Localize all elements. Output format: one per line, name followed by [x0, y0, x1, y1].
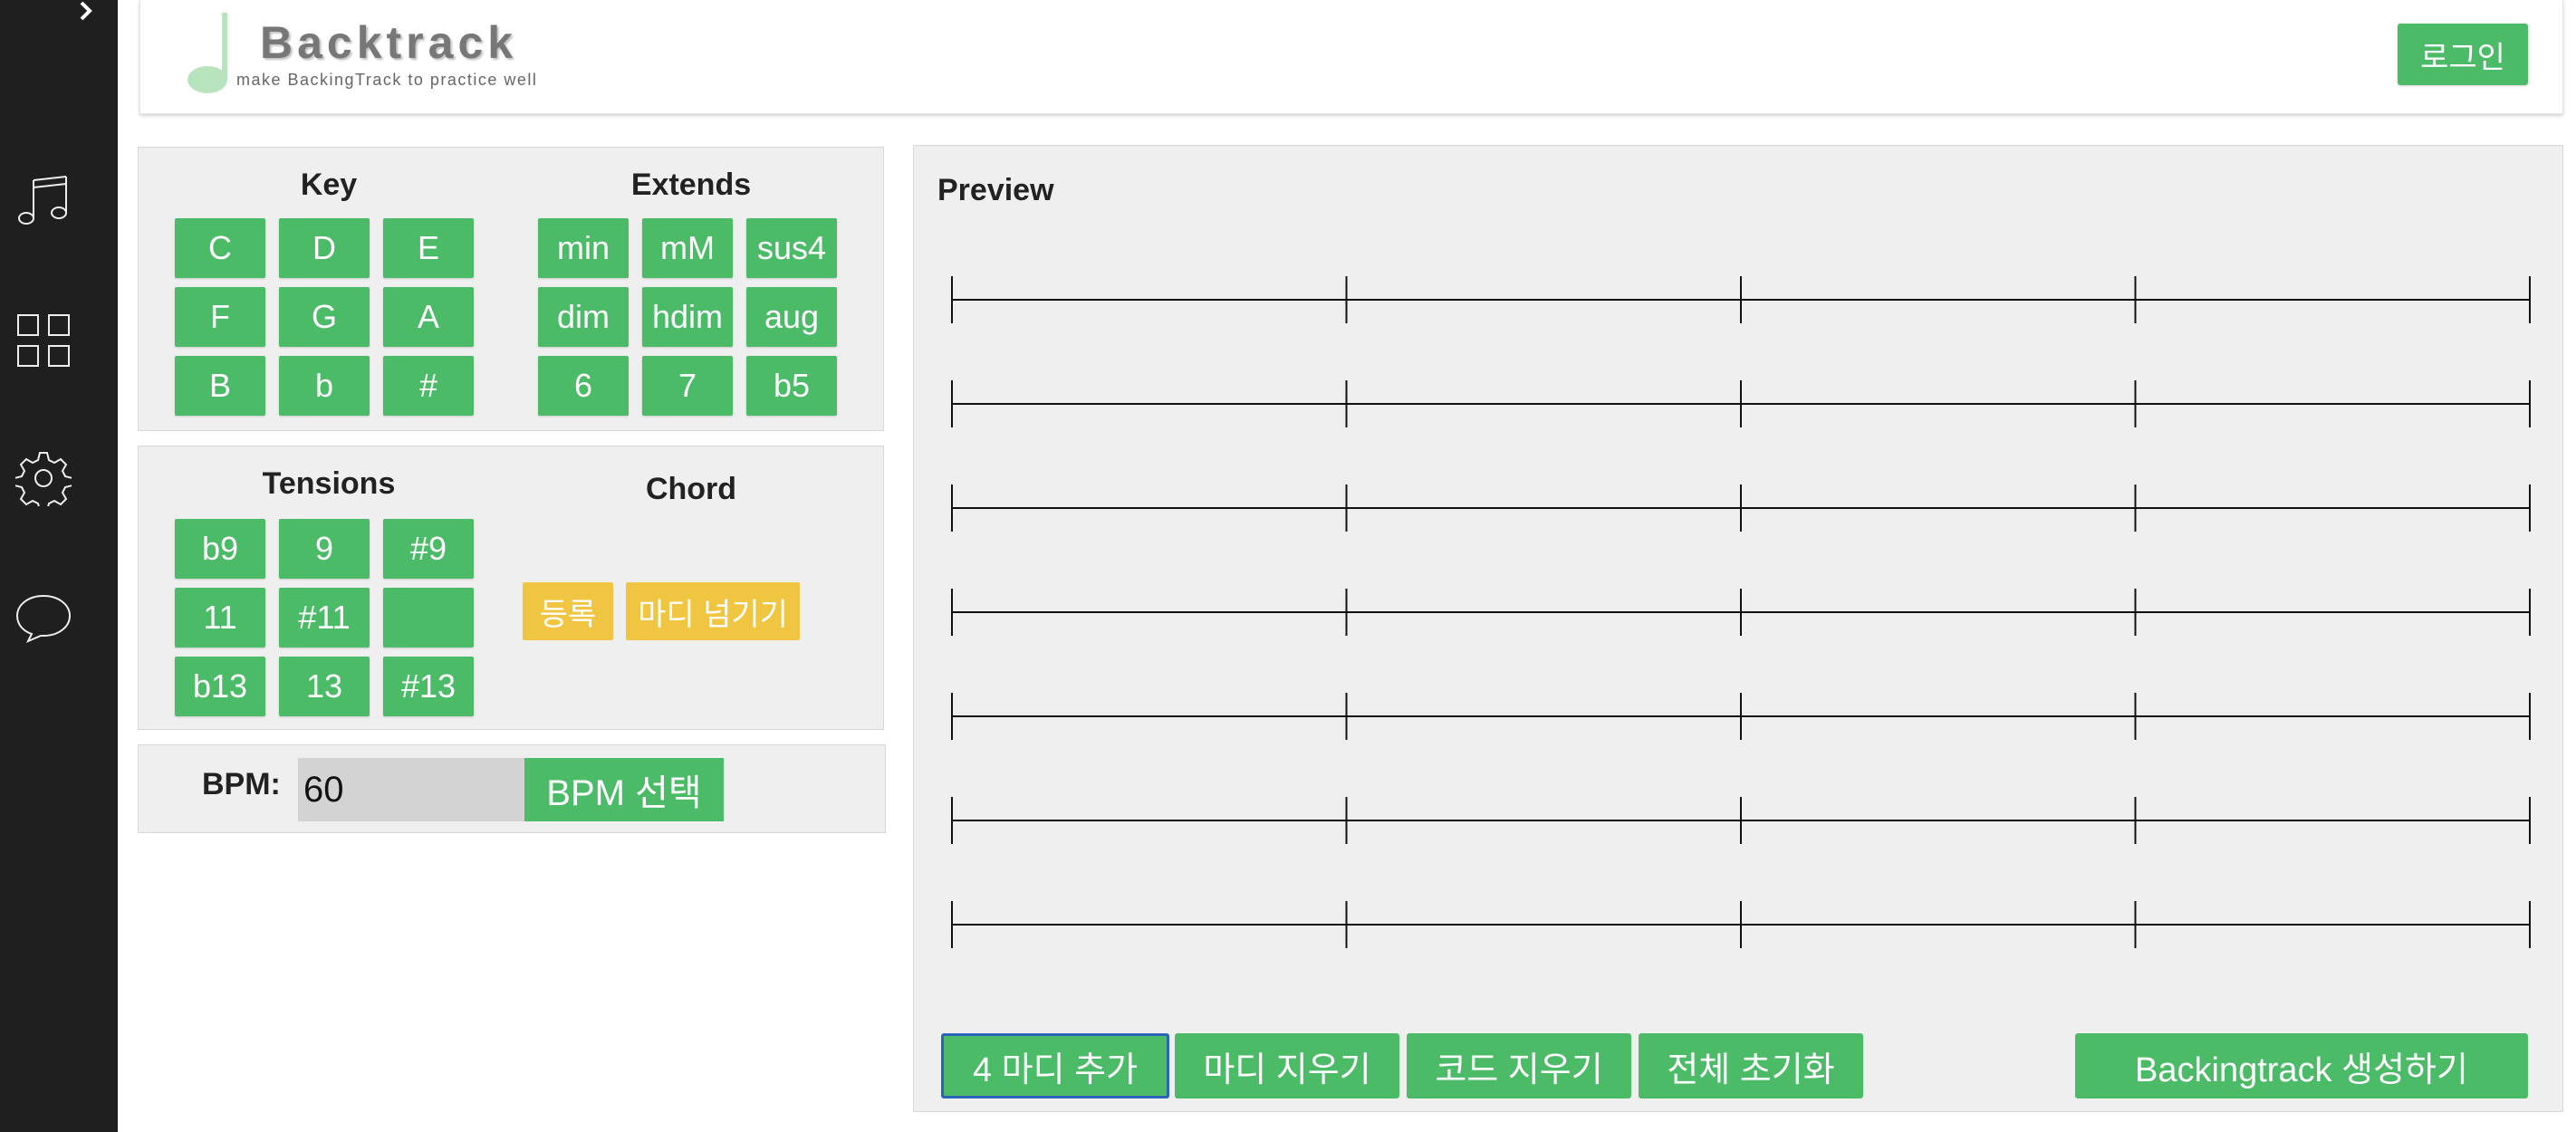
register-chord-button[interactable]: 등록: [523, 582, 613, 640]
extends-button[interactable]: dim: [538, 287, 629, 347]
logo-subtitle: make BackingTrack to practice well: [236, 71, 538, 89]
bpm-label: BPM:: [202, 767, 281, 801]
extends-button[interactable]: 6: [538, 356, 629, 416]
key-button[interactable]: G: [279, 287, 370, 347]
key-button[interactable]: #: [383, 356, 474, 416]
extends-button[interactable]: aug: [746, 287, 837, 347]
key-button[interactable]: D: [279, 218, 370, 278]
tension-button-empty[interactable]: [383, 588, 474, 648]
login-button[interactable]: 로그인: [2398, 24, 2528, 85]
key-button[interactable]: B: [175, 356, 265, 416]
extends-button[interactable]: b5: [746, 356, 837, 416]
extends-button[interactable]: 7: [642, 356, 733, 416]
reset-all-button[interactable]: 전체 초기화: [1639, 1033, 1863, 1098]
logo-title: Backtrack: [260, 17, 518, 68]
chord-title: Chord: [645, 472, 737, 506]
key-button[interactable]: F: [175, 287, 265, 347]
tension-button[interactable]: #13: [383, 657, 474, 716]
bpm-panel: BPM: BPM 선택: [138, 744, 886, 833]
sidebar: [0, 0, 118, 1132]
header: Backtrack make BackingTrack to practice …: [139, 0, 2563, 114]
tensions-chord-panel: Tensions Chord b9 9 #9 11 #11 b13 13 #13…: [138, 446, 884, 730]
grid-icon[interactable]: [14, 312, 72, 369]
measure-row[interactable]: [951, 693, 2531, 740]
key-button[interactable]: b: [279, 356, 370, 416]
chat-bubble-icon[interactable]: [14, 589, 72, 647]
bpm-select-button[interactable]: BPM 선택: [524, 758, 724, 821]
tension-button[interactable]: b13: [175, 657, 265, 716]
tension-button[interactable]: 9: [279, 519, 370, 579]
measure-staff[interactable]: [939, 273, 2533, 979]
chevron-right-icon[interactable]: [72, 0, 100, 22]
key-button[interactable]: E: [383, 218, 474, 278]
tension-button[interactable]: 11: [175, 588, 265, 648]
measure-row[interactable]: [951, 901, 2531, 948]
measure-row[interactable]: [951, 276, 2531, 323]
tensions-title: Tensions: [262, 466, 396, 501]
measure-row[interactable]: [951, 380, 2531, 427]
preview-title: Preview: [937, 173, 1054, 207]
key-title: Key: [300, 168, 358, 202]
measure-row[interactable]: [951, 589, 2531, 636]
tension-button[interactable]: b9: [175, 519, 265, 579]
tension-button[interactable]: #9: [383, 519, 474, 579]
generate-backingtrack-button[interactable]: Backingtrack 생성하기: [2075, 1033, 2528, 1098]
gear-icon[interactable]: [14, 449, 72, 507]
extends-button[interactable]: sus4: [746, 218, 837, 278]
preview-panel: Preview 4 마디 추가 마디 지우기 코드 지우기 전체 초기화 Bac…: [913, 145, 2563, 1112]
measure-row[interactable]: [951, 797, 2531, 844]
key-extends-panel: Key Extends C D E F G A B b # min mM sus…: [138, 147, 884, 431]
bpm-input[interactable]: [298, 758, 524, 821]
add-4-bars-button[interactable]: 4 마디 추가: [941, 1033, 1169, 1098]
music-note-icon[interactable]: [14, 172, 72, 230]
extends-button[interactable]: hdim: [642, 287, 733, 347]
extends-button[interactable]: min: [538, 218, 629, 278]
measure-row[interactable]: [951, 484, 2531, 532]
next-bar-button[interactable]: 마디 넘기기: [626, 582, 800, 640]
music-note-logo-icon: [187, 13, 227, 93]
delete-chord-button[interactable]: 코드 지우기: [1407, 1033, 1631, 1098]
extends-title: Extends: [630, 168, 752, 202]
extends-button[interactable]: mM: [642, 218, 733, 278]
delete-bar-button[interactable]: 마디 지우기: [1175, 1033, 1399, 1098]
tension-button[interactable]: #11: [279, 588, 370, 648]
tension-button[interactable]: 13: [279, 657, 370, 716]
key-button[interactable]: A: [383, 287, 474, 347]
key-button[interactable]: C: [175, 218, 265, 278]
